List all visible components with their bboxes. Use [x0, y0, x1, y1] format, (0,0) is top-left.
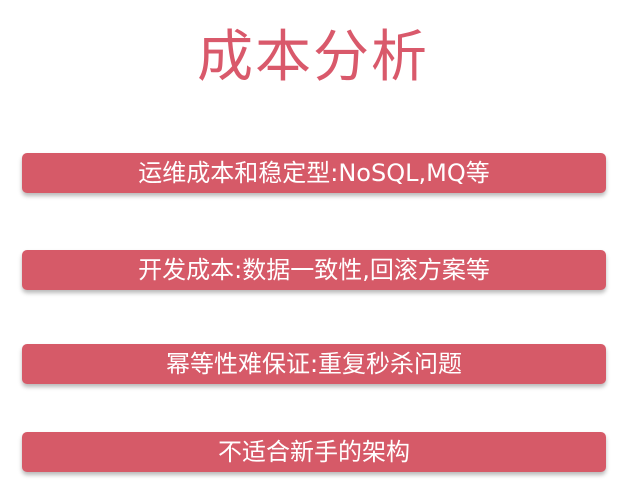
slide-title: 成本分析	[197, 25, 429, 90]
bullet-bar-idempotency: 幂等性难保证:重复秒杀问题	[22, 344, 606, 384]
bullet-bar-dev-cost: 开发成本:数据一致性,回滚方案等	[22, 250, 606, 290]
bullet-bar-not-for-beginners: 不适合新手的架构	[22, 432, 606, 472]
slide: 成本分析 运维成本和稳定型:NoSQL,MQ等 开发成本:数据一致性,回滚方案等…	[0, 0, 626, 485]
bullet-bar-ops-cost: 运维成本和稳定型:NoSQL,MQ等	[22, 153, 606, 193]
